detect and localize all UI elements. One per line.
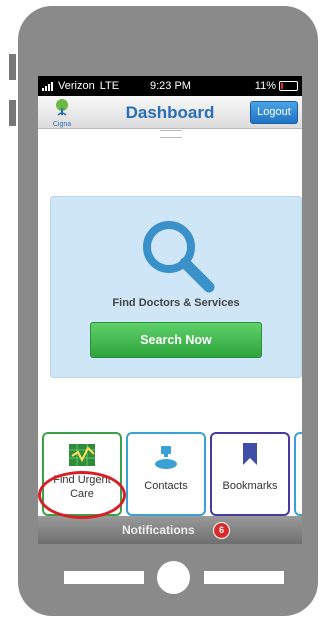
status-time: 9:23 PM: [150, 80, 191, 92]
search-card-label: Find Doctors & Services: [112, 297, 240, 309]
bookmark-icon: [243, 443, 257, 465]
search-card: Find Doctors & Services Search Now: [50, 196, 302, 378]
volume-down-button: [9, 100, 16, 126]
magnifier-icon: [143, 221, 215, 293]
tile-label: Contacts: [144, 480, 188, 492]
battery-percent: 11%: [254, 80, 276, 92]
contacts-icon: [155, 446, 177, 469]
carrier-info: Verizon LTE: [42, 80, 119, 92]
notification-count-badge: 6: [213, 522, 230, 539]
tile-partial[interactable]: [294, 432, 302, 516]
notifications-bar[interactable]: Notifications 6: [38, 516, 302, 544]
nav-bar: Cigna Dashboard Logout: [38, 96, 302, 129]
speaker-right: [204, 571, 284, 584]
tile-label: Bookmarks: [222, 480, 278, 492]
signal-icon: [42, 81, 53, 91]
pull-handle-icon[interactable]: [160, 130, 182, 138]
battery-status: 11%: [255, 80, 298, 92]
battery-icon: [279, 81, 298, 91]
volume-up-button: [9, 54, 16, 80]
status-bar: Verizon LTE 9:23 PM 11%: [38, 76, 302, 96]
search-now-button[interactable]: Search Now: [90, 322, 262, 358]
map-icon: [69, 444, 95, 466]
logout-button[interactable]: Logout: [250, 101, 298, 124]
tile-bookmarks[interactable]: Bookmarks: [210, 432, 290, 516]
notifications-label: Notifications: [122, 523, 195, 537]
home-button: [157, 561, 190, 594]
network-type: LTE: [99, 80, 120, 92]
carrier-name: Verizon: [58, 80, 95, 92]
highlight-circle: [38, 471, 126, 519]
speaker-left: [64, 571, 144, 584]
tile-contacts[interactable]: Contacts: [126, 432, 206, 516]
